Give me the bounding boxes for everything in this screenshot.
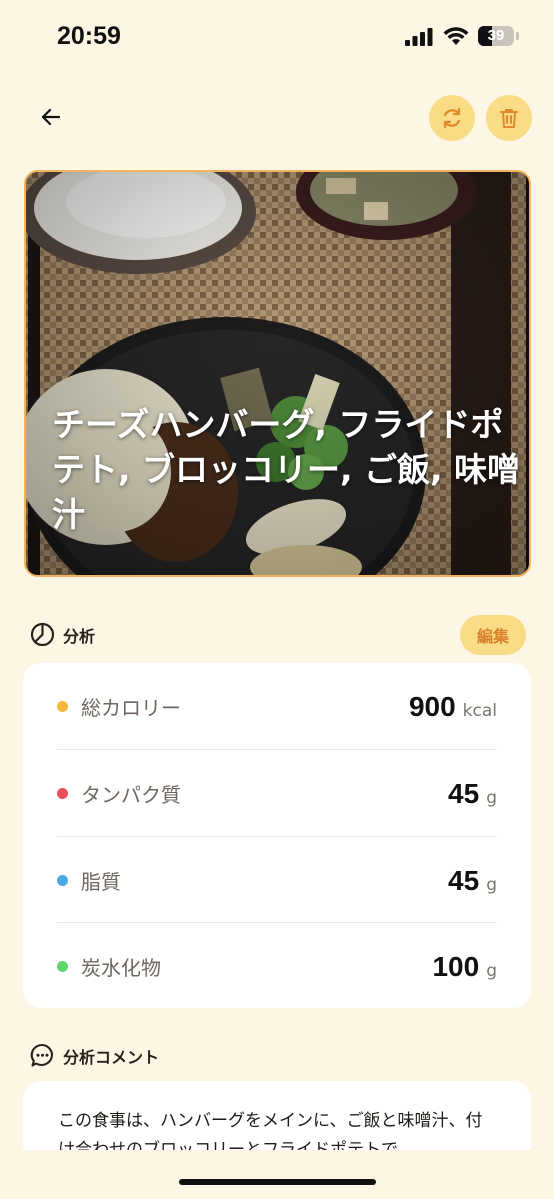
meal-title: チーズハンバーグ, フライドポテト, ブロッコリー, ご飯, 味噌汁 [52,405,521,534]
signal-icon [405,28,433,46]
battery-icon: 39 [478,26,514,46]
nutrition-row-fat: 脂質 45 g [57,837,497,924]
value-number: 45 [448,777,480,809]
trash-icon [500,109,518,128]
meal-photo: チーズハンバーグ, フライドポテト, ブロッコリー, ご飯, 味噌汁 [24,170,531,577]
comment-header: 分析コメント [30,1043,159,1068]
nutrition-value: 45 g [448,778,497,810]
nutrition-value: 900 kcal [409,691,497,723]
analysis-header: 分析 [30,622,95,647]
home-indicator[interactable] [179,1179,376,1185]
calories-dot [57,701,68,712]
delete-button[interactable] [486,95,532,141]
value-number: 100 [432,950,480,982]
status-bar: 20:59 39 [0,0,554,70]
nutrition-row-protein: タンパク質 45 g [57,750,497,837]
nutrition-label: 総カロリー [81,696,181,720]
chat-bubble-icon [30,1043,53,1067]
wifi-icon [443,27,469,45]
chart-pie-icon [30,622,55,647]
battery-percent: 39 [487,27,505,44]
battery-cap [516,32,519,40]
value-unit: g [486,787,497,808]
value-unit: kcal [462,700,497,721]
edit-button[interactable]: 編集 [460,615,526,655]
analysis-label: 分析 [63,626,96,646]
nutrition-row-calories: 総カロリー 900 kcal [57,663,497,750]
comment-label: 分析コメント [63,1047,160,1067]
nutrition-value: 100 g [432,951,497,983]
nutrition-card: 総カロリー 900 kcal タンパク質 45 g 脂質 45 g 炭水化物 1… [23,663,531,1008]
nutrition-label: 炭水化物 [81,956,161,980]
bottom-safe-area [0,1150,554,1199]
regenerate-button[interactable] [429,95,475,141]
nutrition-label: タンパク質 [81,783,181,807]
carbs-dot [57,961,68,972]
refresh-icon [443,107,461,129]
status-time: 20:59 [57,22,121,50]
back-button[interactable] [34,100,68,134]
value-number: 900 [408,690,456,722]
nutrition-row-carbs: 炭水化物 100 g [57,923,497,1010]
protein-dot [57,788,68,799]
value-unit: g [486,960,497,981]
fat-dot [57,875,68,886]
value-unit: g [486,874,497,895]
nutrition-label: 脂質 [81,870,121,894]
value-number: 45 [448,864,480,896]
arrow-left-icon [41,108,61,126]
nutrition-value: 45 g [448,865,497,897]
